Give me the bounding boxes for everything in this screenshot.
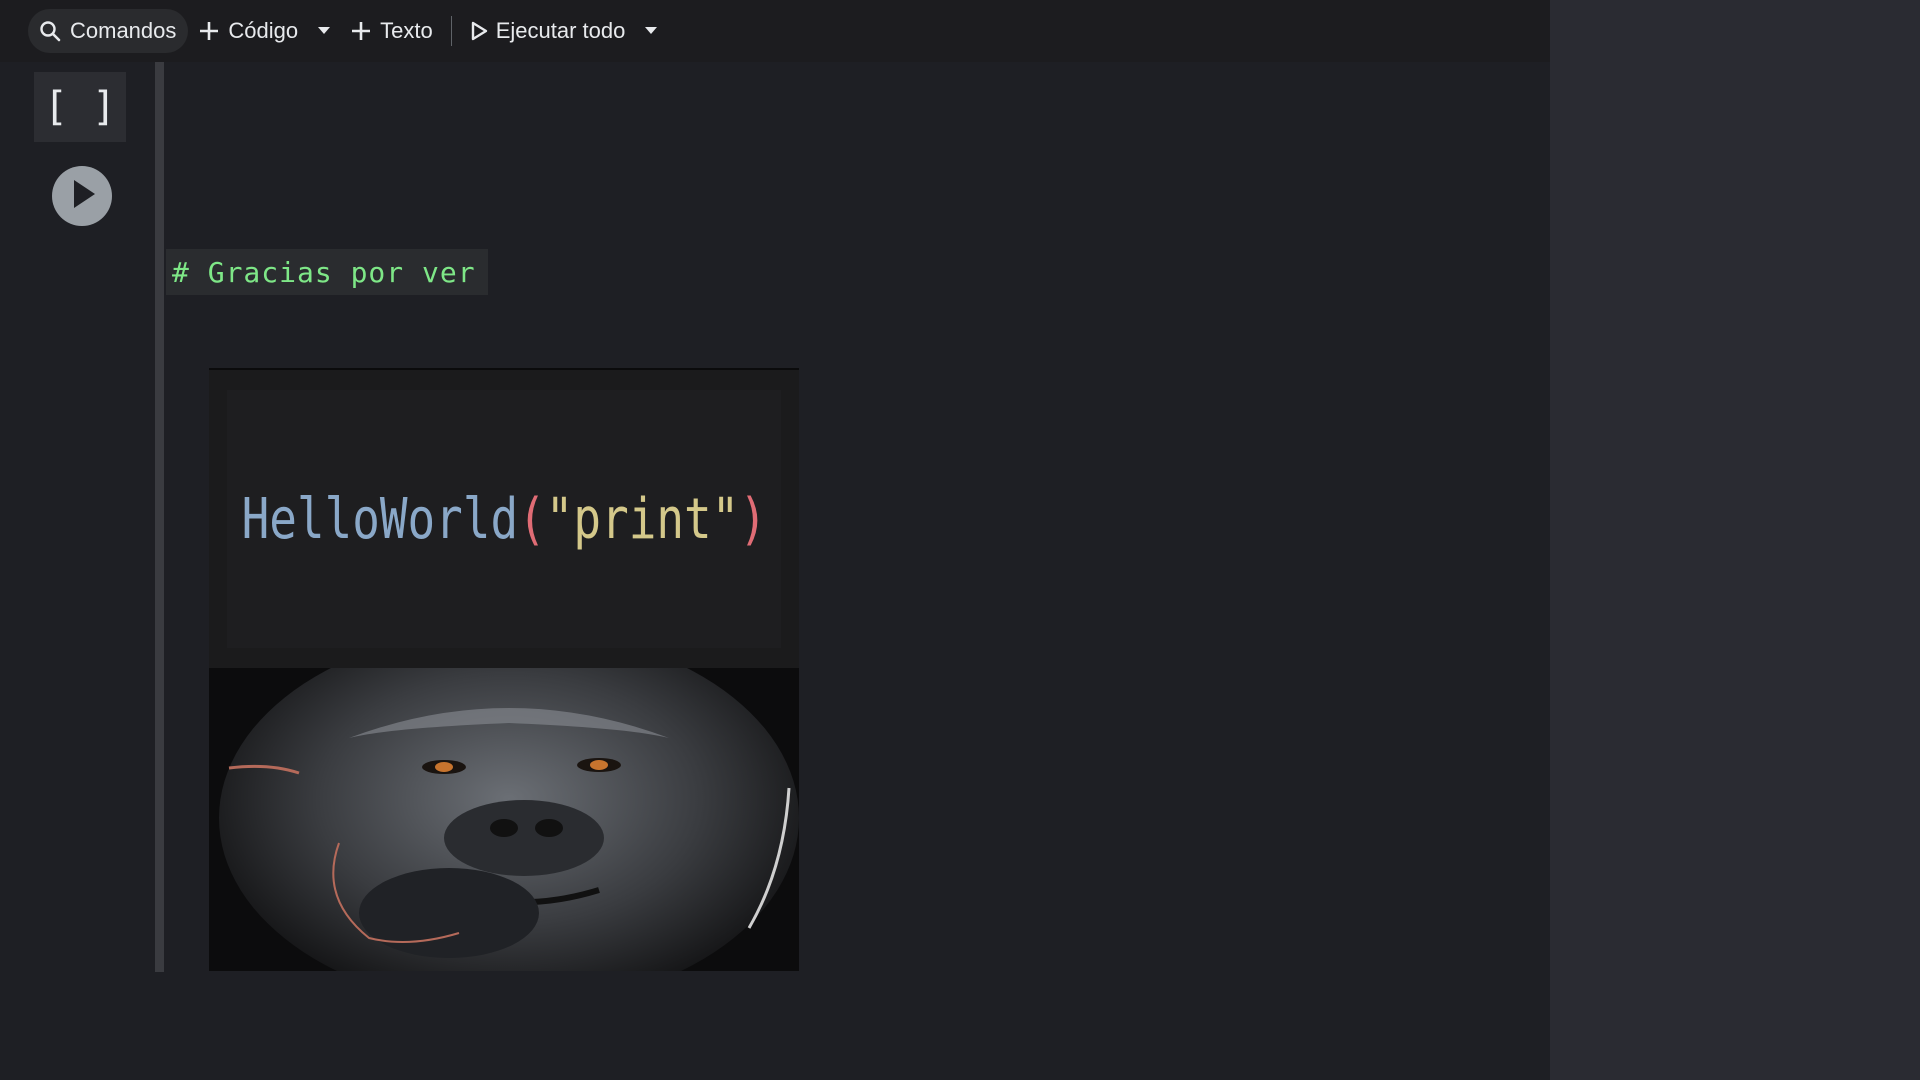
search-icon [38, 19, 62, 43]
add-text-label: Texto [380, 18, 433, 43]
markdown-heading[interactable]: # Gracias por ver [166, 249, 488, 295]
run-cell-button[interactable] [52, 166, 112, 226]
run-all-dropdown[interactable] [635, 9, 667, 53]
toolbar-divider [450, 16, 452, 46]
code-image: HelloWorld("print") [209, 368, 799, 668]
gorilla-image [209, 668, 799, 971]
plus-icon [198, 20, 220, 42]
add-code-label: Código [228, 18, 299, 43]
run-all-button[interactable]: Ejecutar todo [460, 9, 636, 53]
code-string: "print" [545, 486, 740, 552]
toolbar: Comandos Código Texto Ejecutar todo [0, 0, 1550, 62]
cell-execution-count: [ ] [34, 72, 126, 142]
chevron-down-icon [643, 22, 659, 40]
gorilla-illustration [209, 668, 799, 971]
chevron-down-icon [316, 22, 332, 40]
play-icon [67, 177, 97, 216]
play-icon [470, 21, 488, 41]
cell-selection-bar [155, 62, 164, 972]
code-image-text: HelloWorld("print") [241, 487, 766, 552]
plus-icon [350, 20, 372, 42]
code-open-paren: ( [517, 486, 546, 552]
add-code-button[interactable]: Código [188, 9, 308, 53]
add-text-button[interactable]: Texto [340, 9, 443, 53]
run-all-label: Ejecutar todo [495, 18, 626, 43]
side-panel [1550, 0, 1920, 1080]
code-identifier: HelloWorld [241, 486, 518, 552]
add-code-dropdown[interactable] [308, 9, 340, 53]
commands-button[interactable]: Comandos [28, 9, 189, 53]
commands-label: Comandos [70, 18, 177, 43]
code-close-paren: ) [739, 486, 767, 552]
